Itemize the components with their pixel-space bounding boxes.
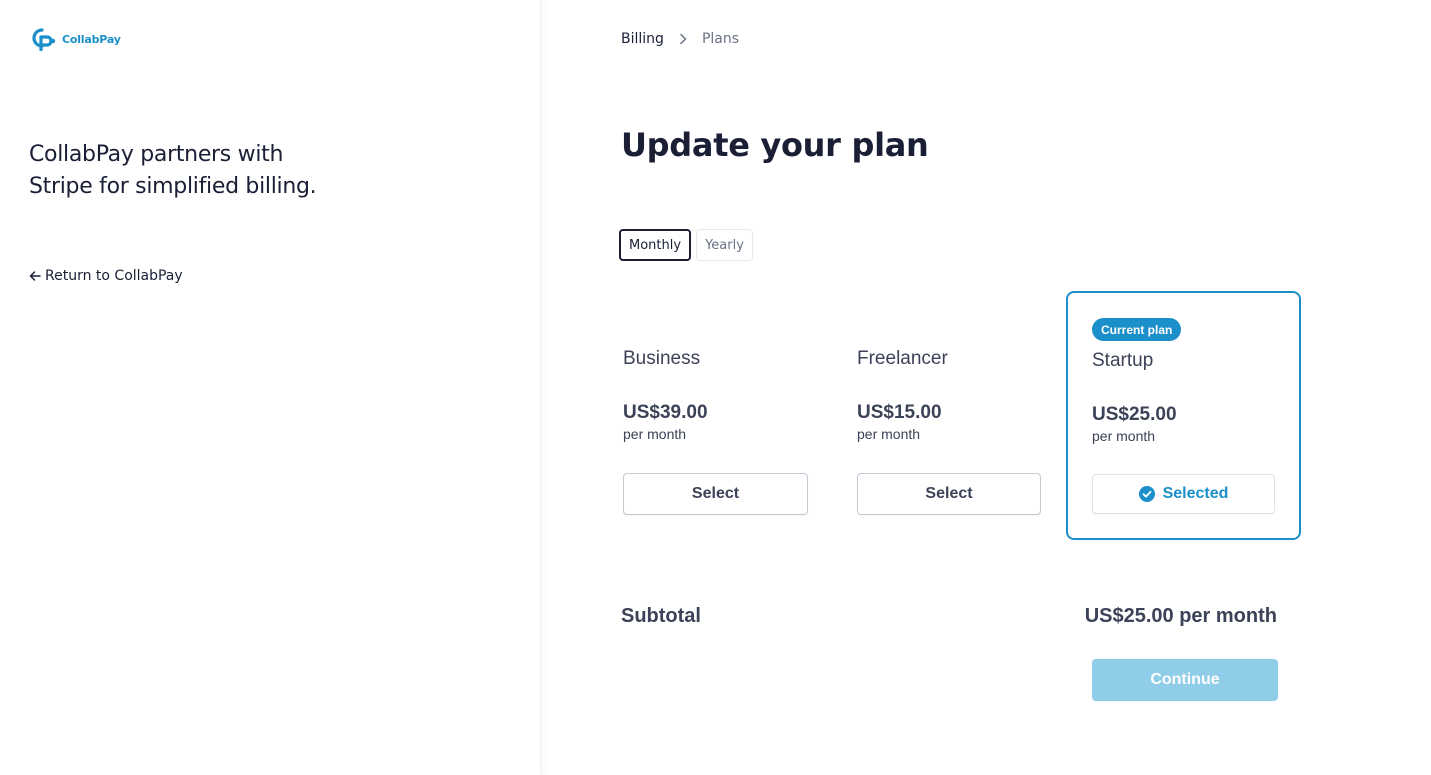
plan-name: Business — [623, 348, 701, 369]
arrow-left-icon — [29, 271, 41, 281]
select-freelancer-button[interactable]: Select — [857, 473, 1041, 515]
selected-button-label: Selected — [1162, 485, 1229, 502]
select-button-label: Select — [691, 485, 740, 502]
return-link[interactable]: Return to CollabPay — [29, 268, 183, 284]
partner-tagline: CollabPay partners with Stripe for simpl… — [29, 142, 317, 199]
page-title: Update your plan — [621, 126, 929, 164]
plan-period: per month — [857, 426, 921, 442]
return-link-label: Return to CollabPay — [45, 268, 183, 284]
breadcrumb-plans: Plans — [701, 31, 740, 47]
plan-price: US$39.00 — [623, 402, 708, 423]
selected-startup-button[interactable]: Selected — [1092, 474, 1275, 514]
plan-period: per month — [623, 426, 687, 442]
check-circle-icon — [1138, 486, 1155, 502]
logo-text: CollabPay — [62, 32, 121, 46]
toggle-yearly[interactable]: Yearly — [696, 229, 753, 261]
left-panel: CollabPay CollabPay partners with Stripe… — [0, 0, 540, 775]
collabpay-logo-icon — [32, 28, 56, 51]
breadcrumb-billing[interactable]: Billing — [621, 31, 664, 47]
plan-price: US$15.00 — [857, 402, 942, 423]
subtotal-value: US$25.00 per month — [1084, 605, 1277, 627]
plan-card-startup: Current plan Startup US$25.00 per month … — [1066, 291, 1301, 540]
plan-price: US$25.00 — [1092, 404, 1177, 425]
brand-logo[interactable]: CollabPay — [31, 27, 121, 51]
continue-button[interactable]: Continue — [1092, 659, 1278, 701]
plan-period: per month — [1092, 428, 1156, 444]
plan-card-freelancer: Freelancer US$15.00 per month Select — [857, 291, 1092, 540]
current-plan-badge: Current plan — [1092, 318, 1182, 341]
select-button-label: Select — [925, 485, 973, 502]
main-panel: Billing Plans Update your plan Monthly Y… — [541, 0, 1431, 775]
toggle-monthly[interactable]: Monthly — [619, 229, 692, 261]
plan-name: Freelancer — [857, 348, 948, 369]
breadcrumb: Billing Plans — [621, 31, 739, 47]
subtotal-label: Subtotal — [621, 605, 701, 627]
billing-interval-toggle: Monthly Yearly — [619, 229, 753, 261]
plan-card-business: Business US$39.00 per month Select — [623, 291, 858, 540]
chevron-right-icon — [680, 33, 687, 45]
select-business-button[interactable]: Select — [623, 473, 808, 515]
plan-name: Startup — [1092, 350, 1154, 371]
